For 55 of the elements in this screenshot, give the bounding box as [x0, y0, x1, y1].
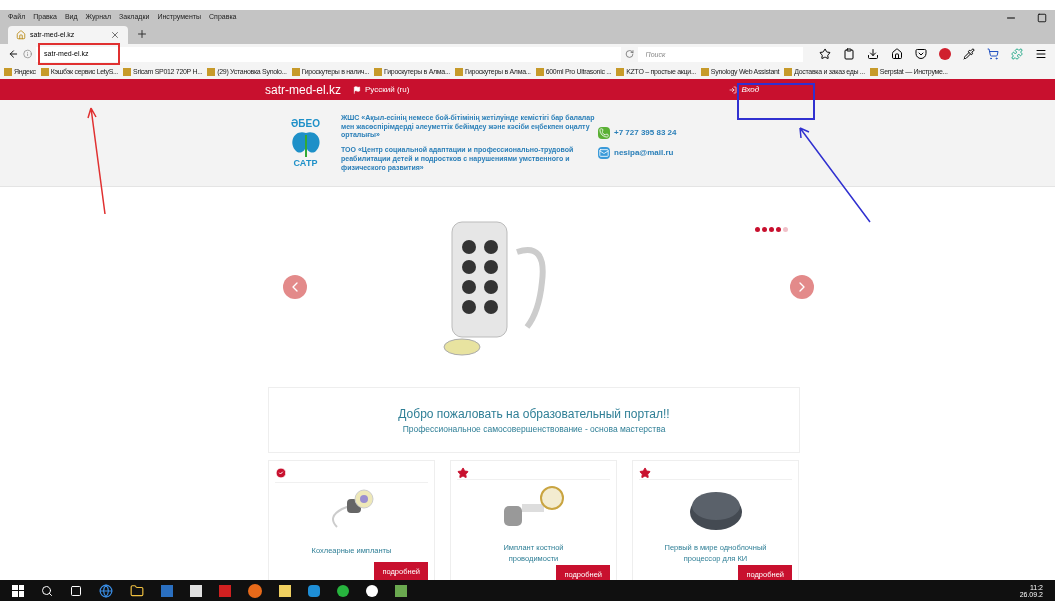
close-tab-icon[interactable] — [110, 30, 120, 40]
login-link[interactable]: Вход — [729, 83, 760, 96]
bookmark-favicon-icon — [869, 67, 878, 76]
star-icon — [639, 467, 651, 479]
maximize-icon[interactable] — [1037, 13, 1047, 23]
home-icon[interactable] — [891, 48, 903, 60]
back-icon[interactable] — [8, 48, 19, 60]
bookmark-favicon-icon — [784, 67, 793, 76]
bookmark-favicon-icon — [4, 67, 12, 76]
search-icon[interactable] — [41, 584, 53, 597]
flag-icon — [353, 85, 361, 94]
info-icon — [22, 49, 33, 59]
app-icon[interactable] — [279, 584, 291, 597]
login-icon — [729, 85, 738, 94]
app-icon[interactable] — [190, 584, 202, 597]
bookmark-favicon-icon — [40, 67, 49, 76]
bookmark-favicon-icon — [616, 67, 625, 76]
logo: ӘБЕО САТР — [290, 118, 321, 168]
welcome-title: Добро пожаловать на образовательный портал!! — [398, 405, 670, 423]
new-tab-icon[interactable] — [136, 28, 148, 40]
bookmark-favicon-icon — [454, 67, 463, 76]
clipboard-icon[interactable] — [843, 48, 855, 60]
welcome-subtitle: Профессиональное самосовершенствование - основа мастерства — [402, 422, 666, 436]
phone-number: +7 727 395 83 24 — [614, 127, 677, 139]
windows-logo-icon[interactable] — [12, 584, 24, 597]
previous-slide-button[interactable] — [283, 275, 307, 299]
bookmark-favicon-icon — [535, 67, 544, 76]
bookmark-favicon-icon — [123, 67, 132, 76]
bookmark-favicon-icon — [374, 67, 383, 76]
app-icon[interactable] — [248, 583, 262, 598]
app-icon[interactable] — [337, 584, 349, 597]
reload-icon[interactable] — [624, 49, 634, 59]
site-name[interactable]: satr-med-el.kz — [265, 80, 341, 99]
task-view-icon[interactable] — [70, 584, 82, 597]
language-link[interactable]: Русский (ru) — [353, 83, 410, 96]
email-link[interactable]: nesipa@mail.ru — [614, 147, 674, 159]
bookmark-favicon-icon — [207, 67, 216, 76]
favicon-icon — [16, 30, 26, 40]
menu-icon[interactable] — [1035, 48, 1047, 60]
pocket-icon[interactable] — [915, 48, 927, 60]
mail-icon — [598, 147, 610, 159]
check-circle-icon — [275, 467, 287, 479]
eyedropper-icon[interactable] — [963, 48, 975, 60]
download-icon[interactable] — [867, 48, 879, 60]
cart-icon[interactable] — [987, 48, 999, 60]
phone-icon — [598, 127, 610, 139]
star-icon — [457, 467, 469, 479]
app-icon[interactable] — [366, 584, 378, 597]
bookmark-favicon-icon — [700, 67, 709, 76]
star-icon[interactable] — [819, 48, 831, 60]
browser-app-icon[interactable] — [99, 583, 113, 598]
next-slide-button[interactable] — [790, 275, 814, 299]
app-icon[interactable] — [395, 584, 407, 597]
folder-app-icon[interactable] — [130, 583, 144, 598]
bookmark-favicon-icon — [291, 67, 300, 76]
